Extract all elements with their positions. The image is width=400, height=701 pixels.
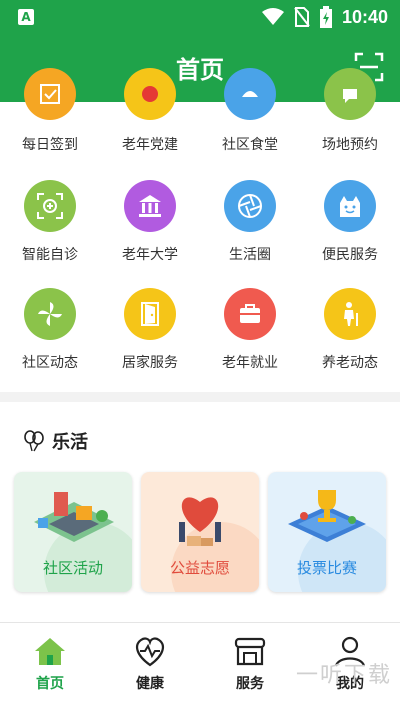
home-icon bbox=[35, 638, 65, 665]
grid-item-booking[interactable]: 场地预约 bbox=[300, 68, 400, 162]
status-icons: 10:40 bbox=[261, 6, 388, 28]
card-voting[interactable]: 投票比赛 bbox=[268, 472, 386, 592]
no-sim-icon bbox=[294, 7, 310, 27]
heart-pulse-icon bbox=[135, 637, 165, 667]
card-label: 公益志愿 bbox=[169, 560, 230, 577]
grid-item-elderly-news[interactable]: 养老动态 bbox=[300, 288, 400, 378]
grid-item-lifecircle[interactable]: 生活圈 bbox=[200, 180, 300, 270]
grid-label: 老年就业 bbox=[222, 354, 278, 370]
card-community-activity[interactable]: 社区活动 bbox=[14, 472, 132, 592]
community-news-icon bbox=[24, 288, 76, 340]
store-icon bbox=[234, 637, 266, 666]
card-label: 社区活动 bbox=[42, 560, 103, 577]
grid-label: 居家服务 bbox=[122, 354, 178, 370]
grid-item-party[interactable]: 老年党建 bbox=[100, 68, 200, 162]
party-icon bbox=[124, 68, 176, 120]
convenience-icon bbox=[324, 180, 376, 232]
diagnosis-icon bbox=[24, 180, 76, 232]
section-header: 乐活 bbox=[22, 428, 88, 454]
grid-label: 场地预约 bbox=[322, 136, 378, 152]
notification-icon: A bbox=[18, 9, 34, 25]
grid-label: 便民服务 bbox=[322, 246, 378, 262]
grid-label: 智能自诊 bbox=[22, 246, 78, 262]
tab-service[interactable]: 服务 bbox=[200, 623, 300, 701]
section-divider bbox=[0, 392, 400, 402]
tab-label: 健康 bbox=[136, 675, 164, 691]
grid-item-home-service[interactable]: 居家服务 bbox=[100, 288, 200, 378]
balloon-icon bbox=[24, 430, 44, 452]
employment-icon bbox=[224, 288, 276, 340]
grid-label: 社区动态 bbox=[22, 354, 78, 370]
watermark: 一听下载 bbox=[295, 662, 392, 687]
lifecircle-icon bbox=[224, 180, 276, 232]
tab-health[interactable]: 健康 bbox=[100, 623, 200, 701]
grid-item-diagnosis[interactable]: 智能自诊 bbox=[0, 180, 100, 270]
grid-item-checkin[interactable]: 每日签到 bbox=[0, 68, 100, 162]
tab-home[interactable]: 首页 bbox=[0, 623, 100, 701]
checkin-icon bbox=[24, 68, 76, 120]
university-icon bbox=[124, 180, 176, 232]
booking-icon bbox=[324, 68, 376, 120]
status-time: 10:40 bbox=[341, 6, 388, 27]
canteen-icon bbox=[224, 68, 276, 120]
tab-label: 首页 bbox=[36, 675, 64, 691]
grid-item-university[interactable]: 老年大学 bbox=[100, 180, 200, 270]
wifi-icon bbox=[261, 8, 284, 25]
grid-label: 社区食堂 bbox=[222, 136, 278, 152]
grid-label: 生活圈 bbox=[229, 246, 271, 262]
card-label: 投票比赛 bbox=[296, 560, 357, 577]
grid-label: 养老动态 bbox=[322, 354, 378, 370]
elderly-news-icon bbox=[324, 288, 376, 340]
grid-item-convenience[interactable]: 便民服务 bbox=[300, 180, 400, 270]
grid-item-employment[interactable]: 老年就业 bbox=[200, 288, 300, 378]
section-title: 乐活 bbox=[52, 432, 88, 452]
grid-label: 每日签到 bbox=[22, 136, 78, 152]
status-bar: A 10:40 bbox=[0, 0, 400, 36]
card-volunteer[interactable]: 公益志愿 bbox=[141, 472, 259, 592]
grid-label: 老年大学 bbox=[122, 246, 178, 262]
bottom-tab-bar: 首页 健康 服务 我的 一听下载 bbox=[0, 622, 400, 701]
tab-label: 服务 bbox=[236, 675, 264, 691]
grid-label: 老年党建 bbox=[122, 136, 178, 152]
home-service-icon bbox=[124, 288, 176, 340]
battery-icon bbox=[319, 6, 332, 28]
grid-item-canteen[interactable]: 社区食堂 bbox=[200, 68, 300, 162]
grid-item-community-news[interactable]: 社区动态 bbox=[0, 288, 100, 378]
